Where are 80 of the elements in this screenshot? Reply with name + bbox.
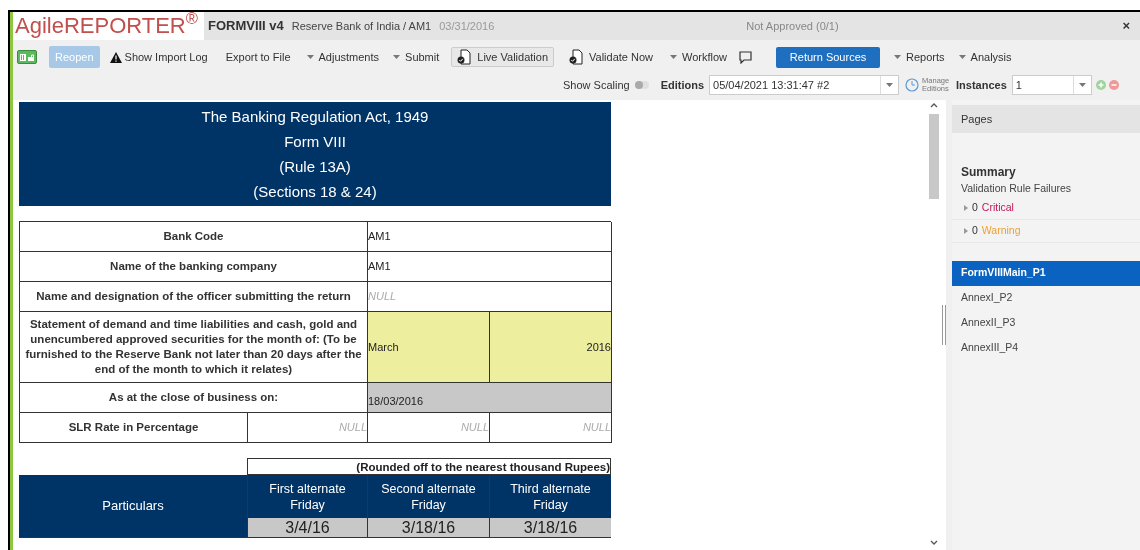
value-cell[interactable]: March xyxy=(368,312,490,383)
caret-icon xyxy=(1078,83,1086,87)
form-name: FORMVIII v4 xyxy=(207,17,284,36)
unlock-icon xyxy=(28,53,34,61)
page-item[interactable]: FormVIIIMain_P1 xyxy=(952,260,1140,286)
expand-arrow-icon[interactable] xyxy=(964,204,968,211)
date-cell: 3/18/16 xyxy=(489,518,611,538)
menu-button[interactable]: Submit xyxy=(391,48,442,66)
form-title-line: Form VIII xyxy=(284,132,346,152)
scrollbar-thumb[interactable] xyxy=(929,114,939,199)
caret-icon xyxy=(306,55,314,59)
app-logo: AgileREPORTER$^{®}$ xyxy=(13,12,204,40)
clock-icon[interactable] xyxy=(905,78,920,92)
failure-count: 0 xyxy=(972,222,978,238)
warning-icon xyxy=(109,51,122,63)
show-scaling-label: Show Scaling xyxy=(563,77,630,93)
date-cell: 3/18/16 xyxy=(367,518,489,538)
value-cell: 18/03/2016 xyxy=(368,383,612,413)
editions-label: Editions xyxy=(660,77,705,93)
editions-dropdown[interactable]: 05/04/2021 13:31:47 #2 xyxy=(709,75,900,95)
failure-label[interactable]: Critical xyxy=(981,199,1014,216)
particulars-header: Particulars xyxy=(19,475,247,538)
export-button[interactable]: Export to File xyxy=(223,48,293,66)
null-value-cell: NULL xyxy=(368,413,490,443)
instances-dropdown[interactable]: 1 xyxy=(1011,75,1092,95)
null-value-cell: NULL xyxy=(490,413,612,443)
menu-button[interactable]: Analysis xyxy=(956,48,1014,66)
unit-note: (Rounded off to the nearest thousand Rupees) xyxy=(247,458,611,475)
add-icon[interactable] xyxy=(1095,80,1106,90)
menu-button[interactable]: Adjustments xyxy=(304,48,382,66)
return-sources-button[interactable]: Return Sources xyxy=(776,46,881,68)
scroll-down-icon[interactable] xyxy=(930,540,938,546)
panel-title: Pages xyxy=(952,105,1140,133)
expand-arrow-icon[interactable] xyxy=(964,227,968,234)
row-label: Name and designation of the officer submitting the return xyxy=(20,282,368,312)
caret-icon xyxy=(886,83,894,87)
menu-button[interactable]: Reports xyxy=(892,48,947,66)
scaling-switch[interactable] xyxy=(634,81,649,89)
date-cell: 3/4/16 xyxy=(247,518,367,538)
row-label: Bank Code xyxy=(20,222,368,252)
column-header: Third alternate Friday xyxy=(489,475,611,518)
remove-icon[interactable] xyxy=(1108,80,1119,90)
resize-handle[interactable] xyxy=(942,305,946,345)
summary-subtitle: Validation Rule Failures xyxy=(960,181,1073,196)
value-cell: AM1 xyxy=(368,252,612,282)
column-header: First alternate Friday xyxy=(247,475,367,518)
approval-status: Not Approved (0/1) xyxy=(746,18,839,34)
page-item[interactable]: AnnexII_P3 xyxy=(952,310,1140,336)
form-title-line: The Banking Regulation Act, 1949 xyxy=(201,107,429,127)
page-item[interactable]: AnnexI_P2 xyxy=(952,285,1140,311)
row-label: Name of the banking company xyxy=(20,252,368,282)
menu-button[interactable]: Workflow xyxy=(668,48,730,66)
caret-icon xyxy=(670,55,678,59)
column-header: Second alternate Friday xyxy=(367,475,489,518)
entity-path: Reserve Bank of India / AM1 xyxy=(291,18,432,34)
value-cell: AM1 xyxy=(368,222,612,252)
null-value-cell: NULL xyxy=(368,282,612,312)
instances-label: Instances xyxy=(956,77,1007,93)
scroll-up-icon[interactable] xyxy=(930,102,938,108)
row-label: SLR Rate in Percentage xyxy=(20,413,248,443)
validation-button[interactable]: Live Validation xyxy=(451,47,555,67)
columns-icon xyxy=(20,53,26,61)
validation-button[interactable]: Validate Now xyxy=(564,47,659,67)
reporting-date: 03/31/2016 xyxy=(439,18,495,34)
caret-icon xyxy=(894,55,902,59)
document-check-icon xyxy=(457,49,472,65)
value-cell[interactable]: 2016 xyxy=(490,312,612,383)
comment-icon[interactable] xyxy=(739,50,753,64)
form-title-line: (Rule 13A) xyxy=(279,157,351,177)
import-log-button[interactable]: Show Import Log xyxy=(107,48,210,66)
close-button[interactable]: × xyxy=(1122,16,1130,36)
summary-heading: Summary xyxy=(960,164,1017,181)
page-item[interactable]: AnnexIII_P4 xyxy=(952,335,1140,361)
caret-icon xyxy=(393,55,401,59)
document-check-icon xyxy=(569,49,584,65)
lock-toggle[interactable] xyxy=(17,50,37,64)
failure-count: 0 xyxy=(972,199,978,215)
caret-icon xyxy=(958,55,966,59)
form-title-line: (Sections 18 & 24) xyxy=(253,182,377,202)
null-value-cell: NULL xyxy=(248,413,368,443)
